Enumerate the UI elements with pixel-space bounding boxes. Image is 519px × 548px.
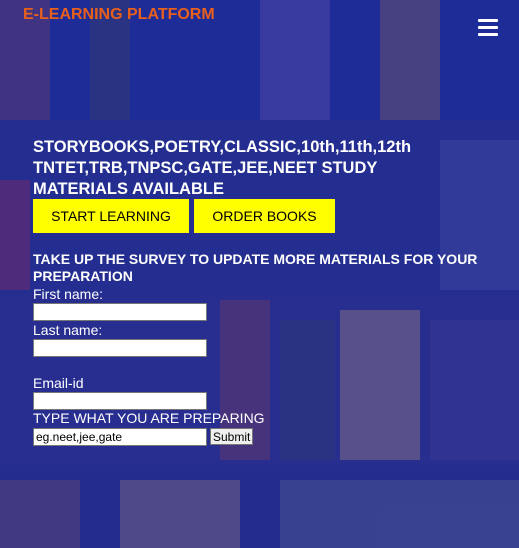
survey-title: TAKE UP THE SURVEY TO UPDATE MORE MATERI… [33,251,478,284]
hamburger-menu-icon[interactable] [478,19,498,37]
first-name-field[interactable] [33,303,207,321]
email-field[interactable] [33,392,207,410]
last-name-label: Last name: [33,322,103,338]
brand-title[interactable]: E-LEARNING PLATFORM [23,6,215,24]
last-name-field[interactable] [33,339,207,357]
order-books-button[interactable]: ORDER BOOKS [194,199,335,233]
email-label: Email-id [33,375,84,391]
hero-headline: STORYBOOKS,POETRY,CLASSIC,10th,11th,12th… [33,138,412,198]
submit-button[interactable]: Submit [210,428,254,445]
preparing-label: TYPE WHAT YOU ARE PREPARING [33,410,265,426]
start-learning-button[interactable]: START LEARNING [33,199,189,233]
first-name-label: First name: [33,286,104,302]
preparing-field[interactable] [33,428,207,446]
